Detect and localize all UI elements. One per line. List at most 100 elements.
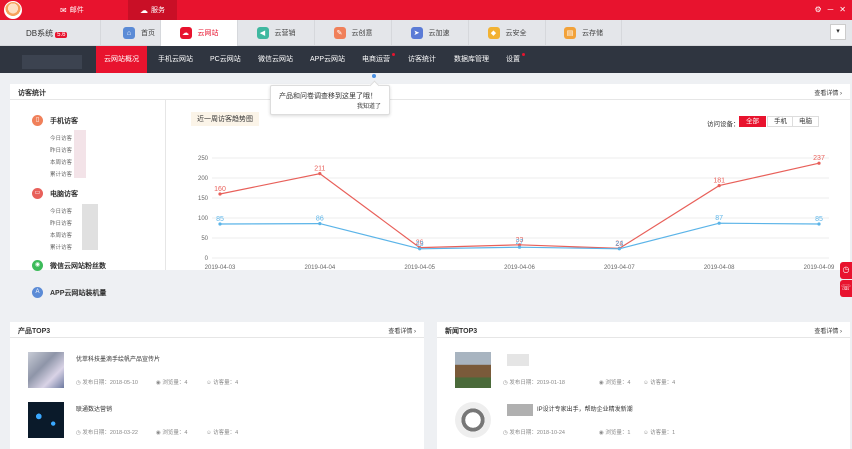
panel-title: 访客统计: [18, 90, 46, 97]
chevron-right-icon: ›: [840, 329, 842, 335]
tab-cloud-storage[interactable]: ▤ 云存储: [545, 20, 622, 46]
publish-date: ◷ 发布日期：2018-05-10: [76, 380, 138, 386]
chevron-down-icon[interactable]: ▾: [830, 24, 846, 40]
stat-label: 昨日访客: [50, 148, 73, 154]
visitor-count: ☺ 访客量：4: [643, 380, 676, 386]
stat-label: 累计访客: [50, 172, 73, 178]
tab-visitor-stats[interactable]: 访客统计: [400, 46, 444, 73]
tab-database[interactable]: 数据库管理: [446, 46, 497, 73]
user-icon: ☺: [206, 430, 212, 436]
tab-ecommerce[interactable]: 电商运营: [354, 46, 398, 73]
avatar[interactable]: [4, 1, 22, 19]
data-label: 86: [316, 216, 324, 223]
product-thumbnail[interactable]: [28, 402, 64, 438]
cloud-icon: ☁: [140, 5, 148, 15]
redacted-title: [507, 404, 533, 416]
view-details-link[interactable]: 查看详情 ›: [814, 326, 842, 335]
y-tick-label: 200: [198, 176, 209, 182]
series-line: [219, 162, 820, 250]
visitor-stats-panel: 访客统计 查看详情 › ▯ 手机访客 今日访客 昨日访客 本周访客 累计访客 ▭…: [10, 84, 850, 298]
stat-label: 今日访客: [50, 136, 73, 142]
line-chart: 0 50 100 150 200 250 2019-04-03 2019-04-04 2019-…: [198, 155, 835, 270]
tab-cloud-website[interactable]: ☁ 云网站: [160, 20, 237, 46]
x-tick-label: 2019-04-07: [604, 265, 635, 270]
product-title[interactable]: 联通数达营销: [76, 404, 112, 413]
shield-icon: ◆: [487, 27, 500, 39]
view-count: ◉ 浏览量：1: [599, 430, 631, 436]
y-tick-label: 250: [198, 156, 209, 162]
publish-date: ◷ 发布日期：2019-01-18: [503, 380, 565, 386]
publish-date: ◷ 发布日期：2018-10-24: [503, 430, 565, 436]
visitor-count: ☺ 访客量：1: [643, 430, 676, 436]
storage-icon: ▤: [564, 27, 576, 39]
panel-title: 新闻TOP3: [445, 328, 478, 335]
clock-icon: ◷: [76, 380, 81, 386]
chevron-right-icon: ›: [840, 91, 842, 97]
tab-cloud-accelerate[interactable]: ➤ 云加速: [391, 20, 468, 46]
data-label: 27: [516, 239, 524, 246]
pc-visitors-title: 电脑访客: [50, 191, 78, 198]
tab-cloud-marketing[interactable]: ◀ 云营销: [237, 20, 314, 46]
product-title[interactable]: 优萃科技墨滴手绘帆产品宣传片: [76, 354, 160, 363]
site-logo: [22, 55, 82, 69]
news-title[interactable]: IP设计专家出手，帮助企业精发新潮: [537, 404, 633, 413]
mobile-visitors-title: 手机访客: [50, 118, 78, 125]
view-count: ◉ 浏览量：4: [156, 380, 188, 386]
tab-pc-website[interactable]: PC云网站: [202, 46, 249, 73]
tab-website-overview[interactable]: 云网站概况: [96, 46, 147, 73]
redacted-title: [507, 354, 529, 366]
side-help-icon[interactable]: ◷: [840, 262, 852, 279]
tab-app-website[interactable]: APP云网站: [302, 46, 353, 73]
x-tick-label: 2019-04-04: [304, 265, 335, 270]
wechat-icon: ◉: [32, 260, 43, 271]
stat-label: 今日访客: [50, 209, 73, 215]
close-icon[interactable]: ✕: [839, 5, 846, 14]
tab-mobile-website[interactable]: 手机云网站: [150, 46, 201, 73]
stat-label: 本周访客: [50, 160, 73, 166]
wechat-fans-title: 微信云网站粉丝数: [50, 263, 106, 270]
view-details-link[interactable]: 查看详情 ›: [814, 88, 842, 97]
tab-settings[interactable]: 设置: [498, 46, 528, 73]
x-tick-label: 2019-04-05: [404, 265, 435, 270]
window-controls: ⚙ ─ ✕: [814, 5, 846, 14]
stat-label: 本周访客: [50, 233, 73, 239]
visitor-trend-chart: 近一周访客趋势图 访问设备： 全部 手机 电脑 0 50 100 150 200 250 2…: [167, 100, 850, 270]
rocket-icon: ➤: [410, 27, 423, 39]
product-top3-panel: 产品TOP3 查看详情 › 优萃科技墨滴手绘帆产品宣传片 ◷ 发布日期：2018…: [10, 322, 424, 449]
product-tab-bar: DB系统 5.6 ⌂ 首页 ☁ 云网站 ◀ 云营销 ✎ 云创意 ➤ 云加速 ◆ 云…: [0, 20, 852, 46]
eye-icon: ◉: [599, 430, 604, 436]
news-thumbnail[interactable]: [455, 352, 491, 388]
visitor-count: ☺ 访客量：4: [206, 380, 239, 386]
tab-wechat-website[interactable]: 微信云网站: [250, 46, 301, 73]
user-icon: ☺: [206, 380, 212, 386]
x-tick-label: 2019-04-08: [704, 265, 735, 270]
system-name[interactable]: DB系统 5.6: [26, 28, 68, 39]
news-top3-panel: 新闻TOP3 查看详情 › ◷ 发布日期：2019-01-18 ◉ 浏览量：4 …: [437, 322, 850, 449]
service-link[interactable]: ☁ 服务: [128, 0, 177, 20]
data-label: 23: [615, 241, 623, 248]
megaphone-icon: ◀: [256, 27, 269, 39]
settings-icon[interactable]: ⚙: [814, 5, 821, 14]
visitor-summary: ▯ 手机访客 今日访客 昨日访客 本周访客 累计访客 ▭ 电脑访客 今日访客 昨…: [10, 100, 166, 271]
view-details-link[interactable]: 查看详情 ›: [388, 326, 416, 335]
side-chat-icon[interactable]: ☏: [840, 280, 852, 297]
data-label: 85: [216, 216, 224, 223]
app-installs-title: APP云网站装机量: [50, 290, 107, 297]
tab-cloud-security[interactable]: ◆ 云安全: [468, 20, 545, 46]
tooltip-dismiss[interactable]: 我知道了: [357, 101, 381, 110]
mail-link[interactable]: ✉ 邮件: [60, 5, 84, 15]
view-count: ◉ 浏览量：4: [156, 430, 188, 436]
tab-cloud-creative[interactable]: ✎ 云创意: [314, 20, 391, 46]
cloud-icon: ☁: [179, 27, 192, 39]
monitor-icon: ▭: [32, 188, 43, 199]
user-icon: ☺: [643, 430, 649, 436]
data-label: 85: [815, 216, 823, 223]
x-tick-label: 2019-04-09: [804, 265, 835, 270]
divider: [437, 337, 850, 338]
clock-icon: ◷: [503, 430, 508, 436]
divider: [10, 337, 424, 338]
y-tick-label: 150: [198, 196, 209, 202]
product-thumbnail[interactable]: [28, 352, 64, 388]
news-thumbnail[interactable]: [455, 402, 491, 438]
minimize-icon[interactable]: ─: [828, 5, 834, 14]
